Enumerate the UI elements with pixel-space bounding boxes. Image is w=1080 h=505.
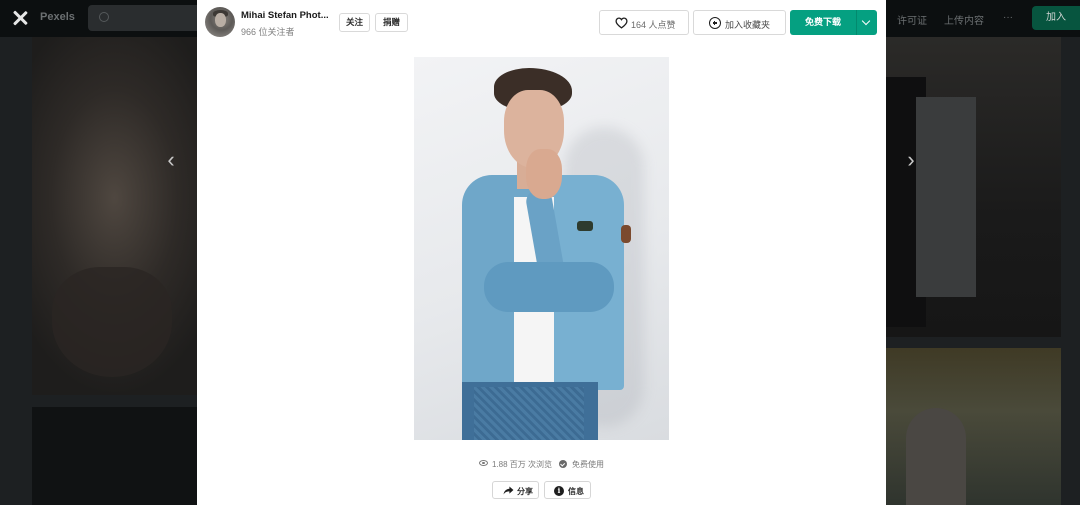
main-photo[interactable] [414, 57, 669, 440]
share-arrow-icon [503, 486, 514, 495]
background-photo-dark [32, 407, 197, 505]
background-join-button: 加入 [1032, 6, 1080, 30]
chevron-right-icon[interactable]: › [901, 149, 921, 171]
info-label: 信息 [568, 487, 584, 496]
background-photo-man-suit [886, 37, 1061, 337]
collect-label: 加入收藏夹 [725, 20, 771, 30]
share-button[interactable]: 分享 [492, 481, 539, 499]
close-icon[interactable] [8, 6, 32, 30]
eye-icon [479, 460, 488, 466]
info-button[interactable]: i 信息 [544, 481, 591, 499]
info-icon: i [554, 485, 564, 496]
follow-button[interactable]: 关注 [339, 13, 370, 32]
plus-circle-icon [709, 17, 721, 29]
license-label[interactable]: 免费使用 [572, 459, 604, 470]
author-name[interactable]: Mihai Stefan Phot... [241, 10, 329, 21]
chevron-left-icon[interactable]: ‹ [161, 149, 181, 171]
chevron-down-icon [861, 16, 871, 26]
view-count: 1.88 百万 次浏览 [492, 460, 553, 469]
check-circle-icon [559, 460, 567, 468]
share-label: 分享 [517, 487, 533, 496]
follower-count: 966 位关注者 [241, 27, 295, 37]
background-nav-more: ··· [1003, 12, 1013, 23]
background-photo-man-closeup [32, 37, 197, 395]
donate-button[interactable]: 捐赠 [375, 13, 408, 32]
background-nav-upload: 上传内容 [944, 16, 984, 27]
background-photo-man-smiling [886, 348, 1061, 505]
photo-modal: Mihai Stefan Phot... 966 位关注者 关注 捐赠 164 … [197, 0, 886, 505]
download-options-button[interactable] [856, 10, 877, 35]
like-count-label: 164 人点赞 [631, 20, 676, 30]
collect-button[interactable]: 加入收藏夹 [693, 10, 786, 35]
like-button[interactable]: 164 人点赞 [599, 10, 689, 35]
background-logo: Pexels [40, 11, 75, 23]
search-icon [99, 12, 109, 22]
heart-icon [615, 17, 628, 29]
download-button[interactable]: 免费下载 [790, 10, 856, 35]
avatar[interactable] [205, 7, 235, 37]
background-nav-license: 许可证 [897, 16, 927, 27]
background-search-box [88, 5, 206, 31]
